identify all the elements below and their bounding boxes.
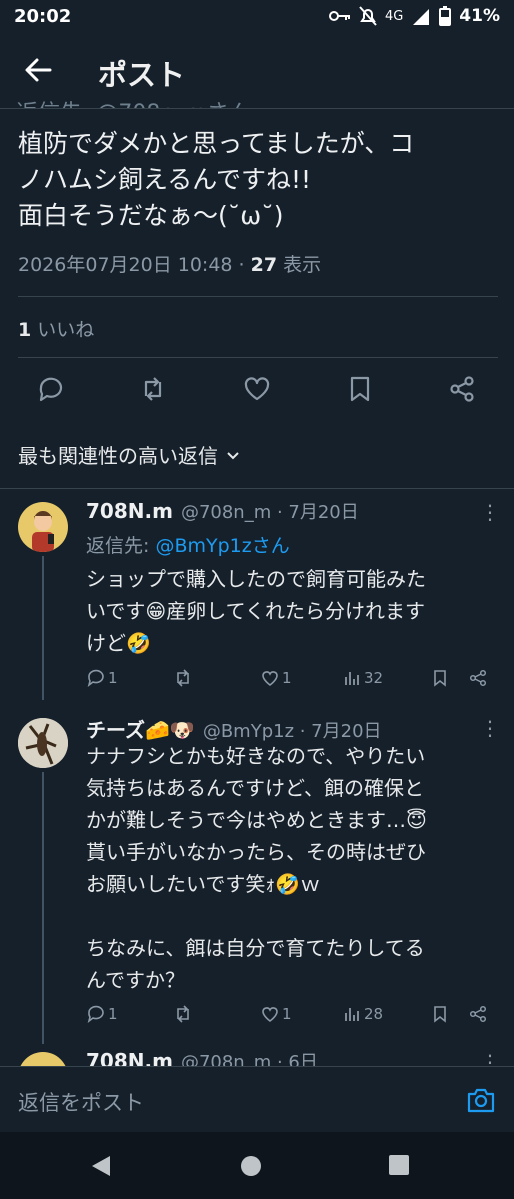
reply-text-line: [86, 900, 496, 932]
reply-to-partial: 返信先: @708n_mさん: [16, 95, 251, 109]
divider: [18, 357, 498, 358]
network-type: 4G: [384, 8, 404, 24]
mute-icon: [359, 6, 377, 26]
views-count-button[interactable]: 32: [342, 668, 383, 688]
reply-header: チーズ🧀🐶 @BmYp1z · 7月20日: [86, 714, 382, 743]
thread-line: [42, 556, 44, 700]
views-count-button[interactable]: 28: [342, 1004, 383, 1024]
signal-icon: [413, 9, 430, 25]
nav-home-icon[interactable]: [239, 1154, 263, 1178]
repost-icon[interactable]: [172, 1004, 194, 1024]
views-label: 表示: [277, 254, 322, 276]
reply-icon[interactable]: [36, 374, 66, 404]
likes-label: いいね: [31, 319, 95, 341]
status-bar: 20:02 4G 41%: [0, 0, 514, 36]
reply-to-line: 返信先: @BmYp1zさん: [86, 531, 290, 558]
chevron-down-icon: [227, 451, 239, 459]
views-chart-icon: [345, 1008, 359, 1021]
reply-text-line: ナナフシとかも好きなので、やりたい: [86, 744, 426, 768]
avatar[interactable]: [18, 718, 68, 768]
likes-count: 1: [18, 319, 32, 341]
page-title: ポスト: [98, 58, 186, 92]
views-count: 28: [364, 1005, 384, 1023]
reply-author-name[interactable]: チーズ🧀🐶: [86, 714, 195, 743]
reply-to-user-link[interactable]: @BmYp1zさん: [155, 535, 289, 557]
likes-summary[interactable]: 1 いいね: [18, 315, 94, 342]
main-post-text: 植防でダメかと思ってましたが、コ ノハムシ飼えるんですね!! 面白そうだなぁ〜(…: [18, 126, 498, 234]
battery-level: 41%: [459, 6, 500, 26]
nav-recents-icon[interactable]: [388, 1154, 410, 1176]
reply-icon: [87, 669, 104, 687]
status-time: 20:02: [14, 6, 72, 27]
bookmark-icon[interactable]: [430, 668, 450, 688]
repost-icon[interactable]: [138, 374, 168, 404]
post-meta: 2026年07月20日 10:48 · 27 表示: [18, 250, 321, 277]
divider: [0, 488, 514, 489]
like-icon[interactable]: [242, 374, 272, 404]
reply-text-line: お願いしたいです笑ｫ🤣ｗ: [86, 872, 321, 896]
like-count-button[interactable]: 1: [260, 668, 292, 688]
like-count-button[interactable]: 1: [260, 1004, 292, 1024]
sort-label: 最も関連性の高い返信: [18, 444, 218, 468]
sort-replies-selector[interactable]: 最も関連性の高い返信: [18, 440, 242, 469]
reply-text-line: 気持ちはあるんですけど、餌の確保と: [86, 776, 424, 800]
reply-count: 1: [108, 1005, 118, 1023]
views-count: 32: [364, 669, 384, 687]
bookmark-icon[interactable]: [345, 374, 375, 404]
more-options-icon[interactable]: ⋮: [480, 716, 500, 740]
reply-text-line: ショップで購入したので飼育可能みた: [86, 567, 426, 591]
reply-compose-bar[interactable]: 返信をポスト: [0, 1066, 514, 1133]
nav-back-icon[interactable]: [90, 1154, 112, 1178]
reply-count: 1: [108, 669, 118, 687]
bookmark-icon[interactable]: [430, 1004, 450, 1024]
reply-count-button[interactable]: 1: [86, 668, 118, 688]
system-nav-bar: [0, 1132, 514, 1199]
more-options-icon[interactable]: ⋮: [480, 500, 500, 524]
reply-text-line: んですか？: [86, 968, 185, 992]
share-icon[interactable]: [468, 668, 488, 688]
status-icons: 4G 41%: [328, 6, 500, 26]
like-icon: [262, 671, 278, 686]
post-timestamp: 2026年07月20日 10:48 ·: [18, 254, 251, 276]
reply-count-button[interactable]: 1: [86, 1004, 118, 1024]
reply-author-handle: @708n_m · 7月20日: [180, 502, 359, 523]
like-count: 1: [282, 669, 292, 687]
reply-text-line: 貰い手がいなかったら、その時はぜひ: [86, 840, 426, 864]
main-post-line: ノハムシ飼えるんですね!!: [18, 165, 312, 194]
like-count: 1: [282, 1005, 292, 1023]
repost-icon[interactable]: [172, 668, 194, 688]
reply-text-line: ちなみに、餌は自分で育てたりしてる: [86, 936, 425, 960]
reply-icon: [87, 1005, 104, 1023]
share-icon[interactable]: [468, 1004, 488, 1024]
back-arrow-icon[interactable]: [22, 54, 54, 86]
key-icon: [328, 11, 350, 21]
thread-line: [42, 772, 44, 1044]
reply-input-placeholder[interactable]: 返信をポスト: [18, 1087, 144, 1117]
main-post-line: 面白そうだなぁ〜(˘ω˘): [18, 201, 284, 230]
reply-author-name[interactable]: 708N.m: [86, 499, 173, 523]
main-post-line: 植防でダメかと思ってましたが、コ: [18, 129, 415, 158]
divider: [18, 296, 498, 297]
header-divider: [0, 108, 514, 109]
reply-text-line: かが難しそうで今はやめときます…😇: [86, 808, 427, 832]
reply-text: ナナフシとかも好きなので、やりたい 気持ちはあるんですけど、餌の確保と かが難し…: [86, 740, 496, 996]
battery-icon: [439, 6, 452, 26]
like-icon: [262, 1007, 278, 1022]
views-count: 27: [250, 254, 278, 276]
share-icon[interactable]: [447, 374, 477, 404]
reply-text: ショップで購入したので飼育可能みた いです😁産卵してくれたら分けれます けど🤣: [86, 563, 496, 659]
reply-text-line: けど🤣: [86, 631, 151, 655]
reply-header: 708N.m @708n_m · 7月20日: [86, 498, 359, 524]
views-chart-icon: [345, 672, 359, 685]
avatar[interactable]: [18, 502, 68, 552]
camera-icon[interactable]: [466, 1085, 496, 1115]
reply-to-prefix: 返信先:: [86, 535, 156, 557]
reply-text-line: いです😁産卵してくれたら分けれます: [86, 599, 426, 623]
